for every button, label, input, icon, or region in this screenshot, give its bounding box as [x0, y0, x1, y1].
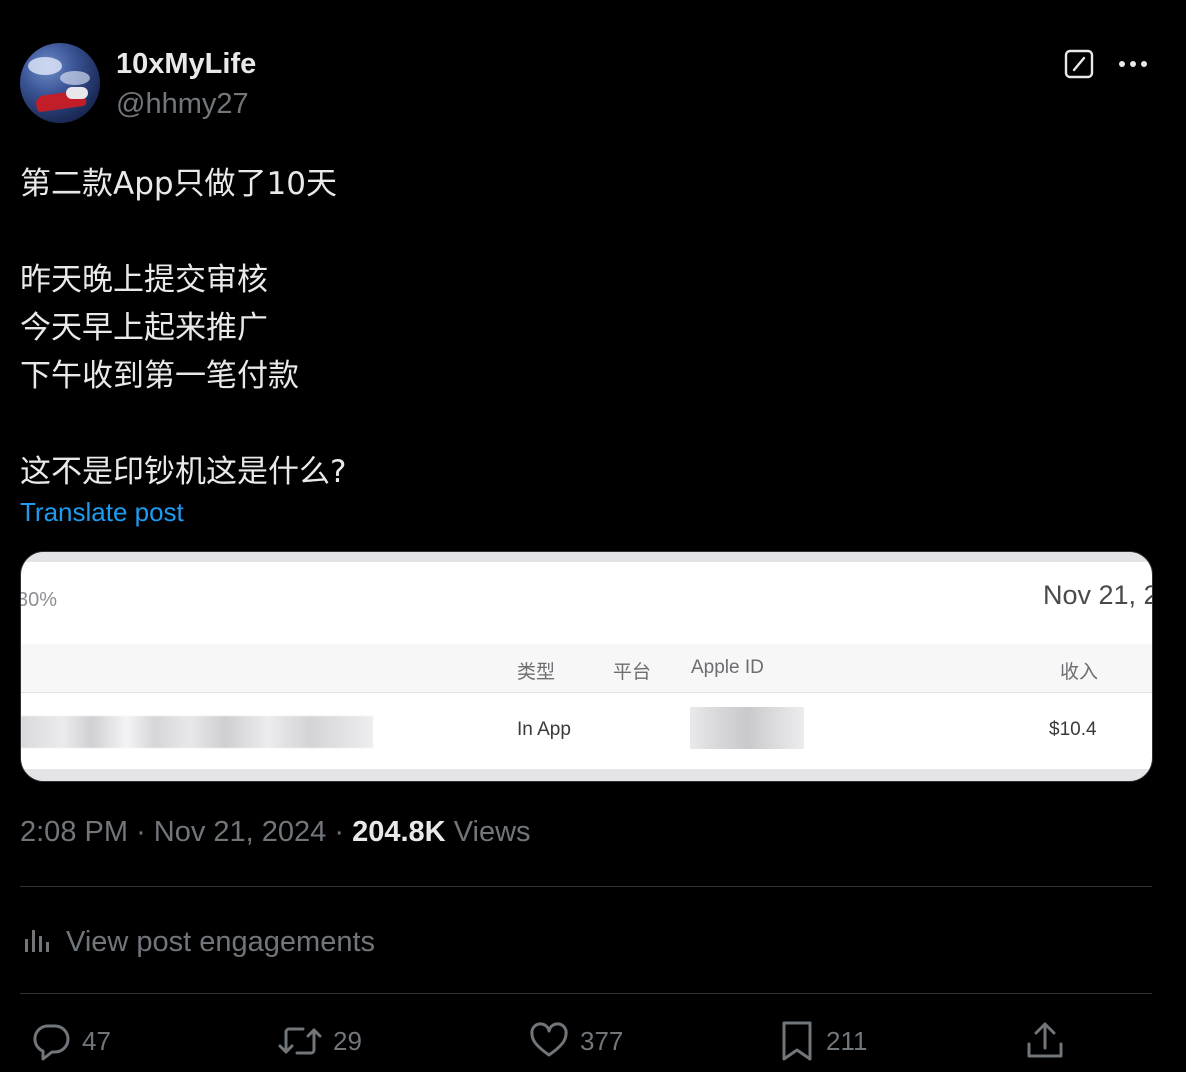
image-percent-text: 30%	[20, 589, 58, 611]
image-border	[21, 769, 1152, 781]
meta-separator: ·	[334, 816, 345, 848]
image-cell-revenue: $10.4	[1049, 719, 1097, 740]
repost-count: 29	[333, 1025, 362, 1056]
divider	[20, 993, 1152, 994]
bookmark-button[interactable]: 211	[778, 1018, 867, 1064]
image-table-header	[21, 644, 1152, 693]
post-date[interactable]: Nov 21, 2024	[154, 816, 327, 848]
like-count: 377	[580, 1025, 624, 1056]
reply-icon	[30, 1020, 72, 1062]
avatar-art	[60, 71, 90, 85]
post-text-line: 第二款App只做了10天	[20, 166, 338, 202]
tweet-detail: 10xMyLife @hhmy27 第二款App只做了10天 昨天晚上提交审核 …	[0, 0, 1186, 1072]
post-time[interactable]: 2:08 PM	[20, 816, 128, 848]
avatar[interactable]	[20, 43, 100, 123]
repost-icon	[277, 1020, 323, 1062]
grok-icon[interactable]	[1064, 49, 1094, 79]
like-icon	[528, 1020, 570, 1062]
bookmark-icon	[778, 1019, 816, 1063]
post-text-line: 昨天晚上提交审核	[20, 262, 268, 298]
share-button[interactable]	[1025, 1018, 1065, 1064]
translate-post-link[interactable]: Translate post	[20, 497, 184, 528]
views-label: Views	[453, 816, 531, 848]
more-icon[interactable]	[1117, 52, 1149, 76]
like-button[interactable]: 377	[528, 1018, 623, 1064]
image-column-revenue: 收入	[1060, 662, 1099, 683]
author-display-name[interactable]: 10xMyLife	[116, 48, 256, 81]
image-column-platform: 平台	[613, 662, 652, 683]
bookmark-count: 211	[826, 1025, 868, 1056]
image-column-type: 类型	[517, 662, 556, 683]
post-image[interactable]: 30% Nov 21, 2 类型 平台 Apple ID 收入 In App $…	[20, 551, 1153, 782]
image-border	[21, 552, 1152, 562]
view-post-engagements-button[interactable]: View post engagements	[22, 922, 375, 962]
post-meta: 2:08 PM · Nov 21, 2024 · 204.8K Views	[20, 816, 531, 849]
repost-button[interactable]: 29	[277, 1018, 362, 1064]
share-icon	[1025, 1020, 1065, 1062]
redacted-app-name	[21, 716, 373, 748]
author-handle[interactable]: @hhmy27	[116, 88, 249, 121]
avatar-art	[28, 57, 62, 75]
image-column-apple-id: Apple ID	[691, 657, 764, 678]
redacted-apple-id	[690, 707, 804, 749]
post-text-line: 这不是印钞机这是什么?	[20, 454, 347, 490]
divider	[20, 886, 1152, 887]
reply-button[interactable]: 47	[30, 1018, 111, 1064]
analytics-icon	[22, 925, 52, 960]
avatar-art	[66, 87, 88, 99]
view-post-engagements-label: View post engagements	[66, 925, 376, 958]
image-date-text: Nov 21, 2	[1043, 580, 1153, 610]
post-text-line: 下午收到第一笔付款	[20, 358, 299, 394]
views-count: 204.8K	[352, 816, 446, 848]
image-cell-type: In App	[517, 719, 571, 740]
reply-count: 47	[82, 1025, 111, 1056]
post-text-line: 今天早上起来推广	[20, 310, 268, 346]
meta-separator: ·	[136, 816, 146, 848]
